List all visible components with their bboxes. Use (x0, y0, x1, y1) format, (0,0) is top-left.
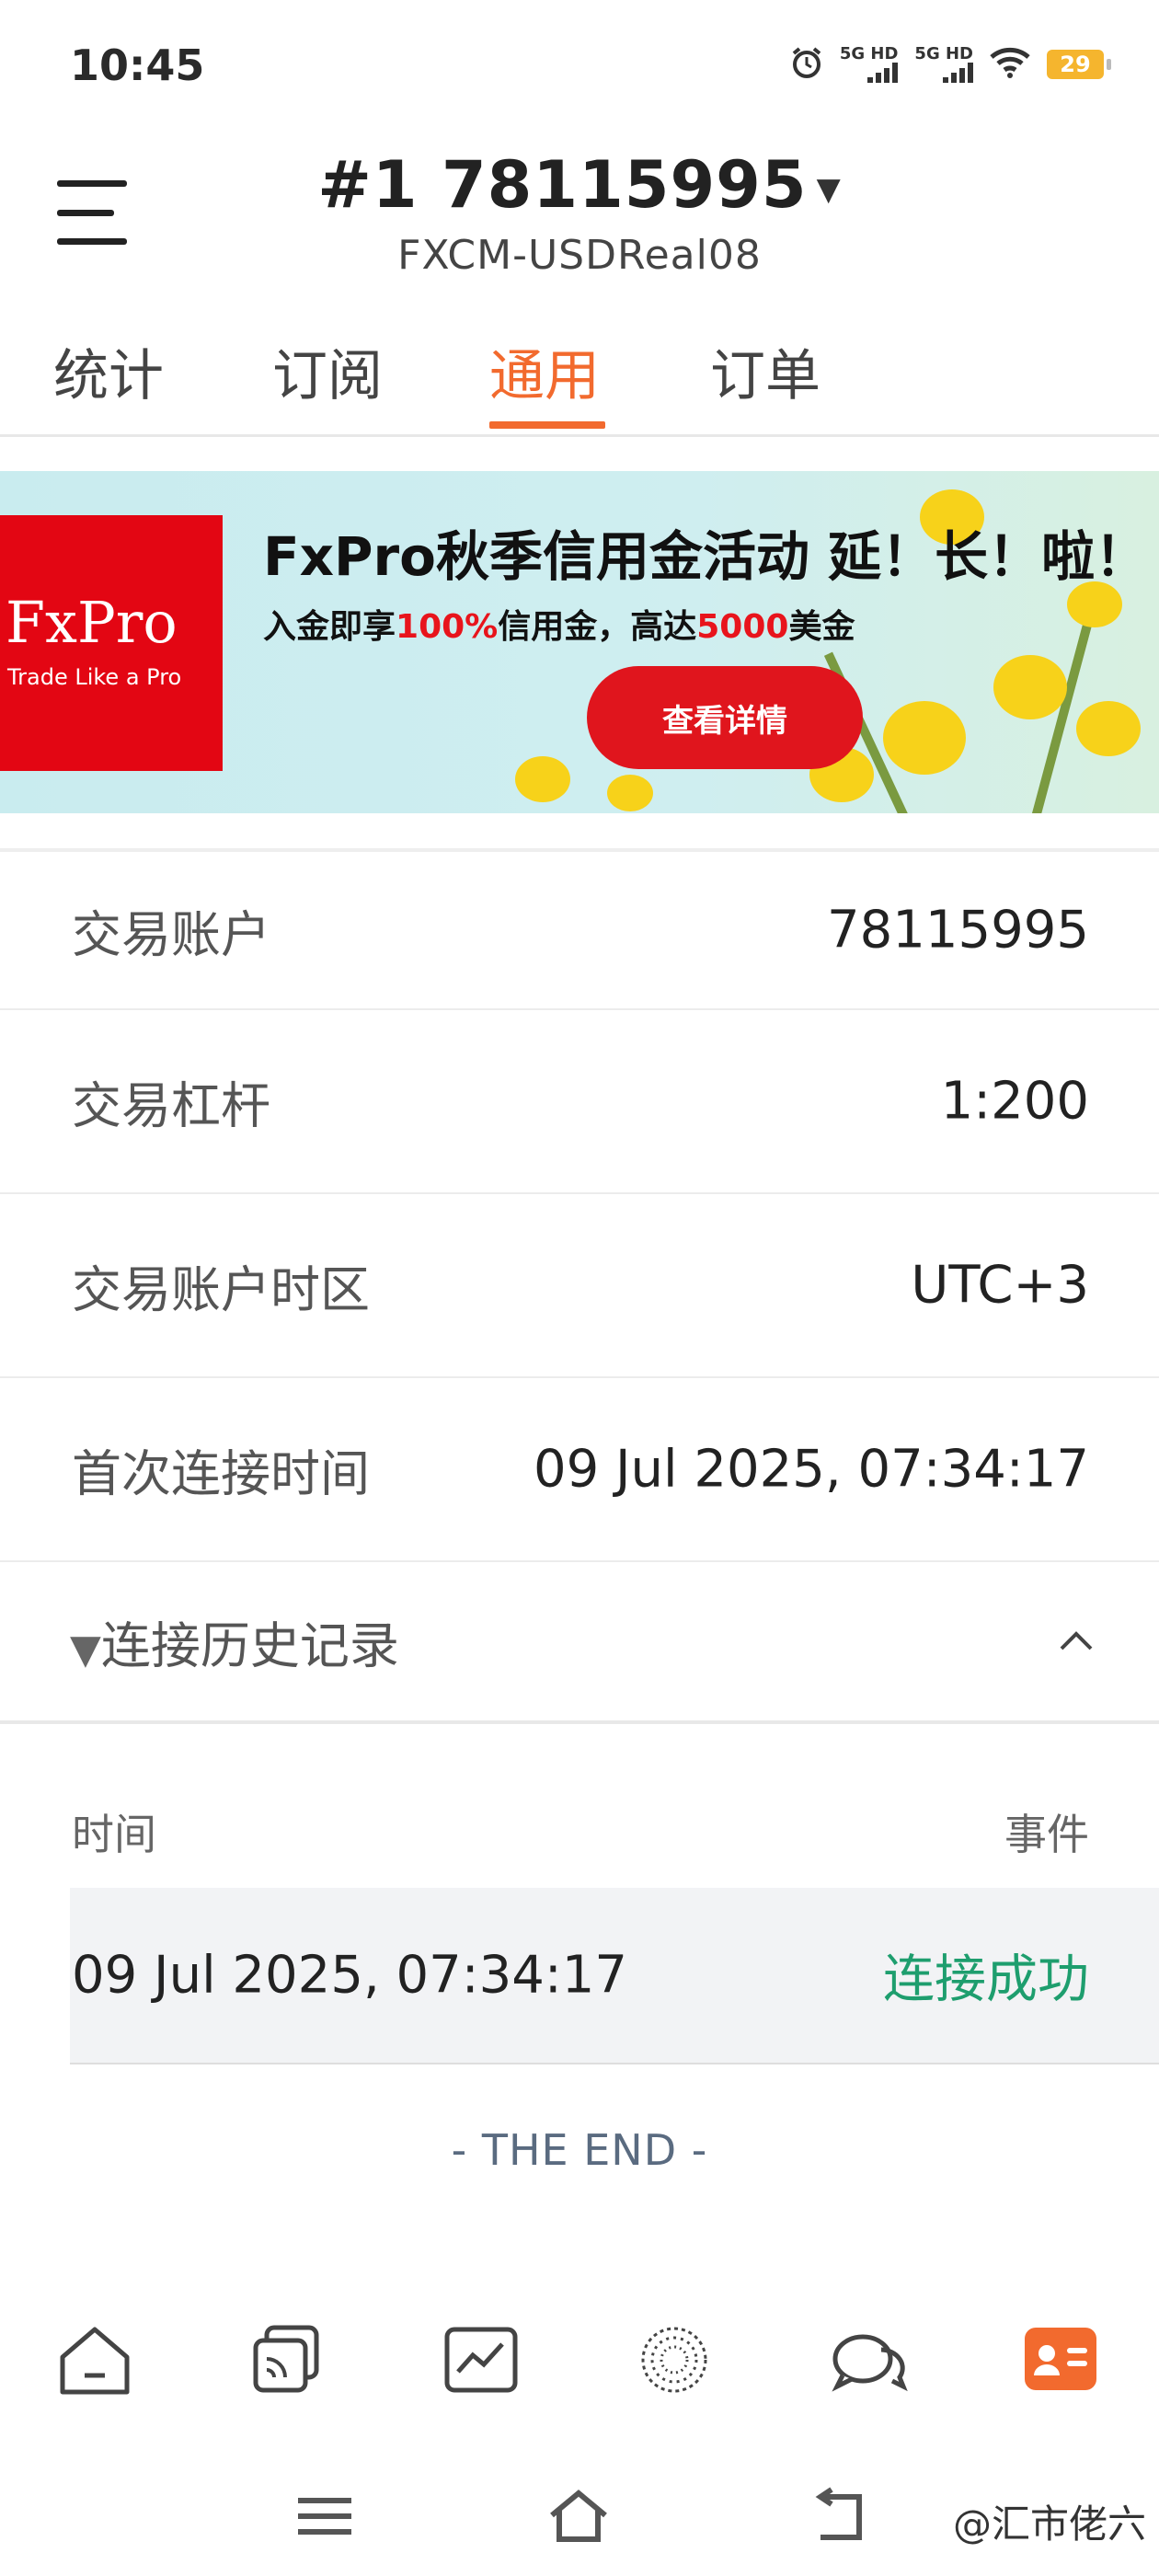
connection-history-toggle[interactable]: ▼连接历史记录 (0, 1562, 1159, 1724)
status-icons: 5G HD 5G HD 29 (790, 46, 1111, 83)
signal-label: 5G HD (914, 44, 973, 63)
chat-icon[interactable] (826, 2318, 909, 2401)
history-title: 连接历史记录 (100, 1616, 399, 1675)
wifi-icon (990, 46, 1030, 83)
banner-subtitle-text: 入金即享 (263, 608, 396, 646)
chevron-up-icon[interactable] (1058, 1627, 1095, 1654)
flower-decoration (607, 775, 653, 811)
home-nav-icon[interactable] (546, 2484, 611, 2548)
view-details-button[interactable]: 查看详情 (587, 666, 863, 769)
info-value: 78115995 (826, 900, 1089, 960)
flower-decoration (993, 655, 1067, 719)
fxpro-logo: FxPro Trade Like a Pro (0, 515, 223, 771)
info-row-first-connect: 首次连接时间 09 Jul 2025, 07:34:17 (0, 1378, 1159, 1562)
menu-nav-icon[interactable] (293, 2484, 357, 2548)
community-icon[interactable] (633, 2318, 716, 2401)
tab-orders[interactable]: 订单 (710, 331, 820, 411)
tab-statistics[interactable]: 统计 (53, 331, 164, 411)
table-row: 09 Jul 2025, 07:34:17 连接成功 (70, 1888, 1159, 2064)
system-navigation: @汇市佬六 (0, 2456, 1159, 2576)
banner-highlight: 100% (396, 608, 499, 646)
info-row-leverage: 交易杠杆 1:200 (0, 1010, 1159, 1194)
account-server: FXCM-USDReal08 (397, 232, 762, 279)
signal-label: 5G HD (839, 44, 899, 63)
account-info-list: 交易账户 78115995 交易杠杆 1:200 交易账户时区 UTC+3 首次… (0, 848, 1159, 1724)
flower-decoration (883, 701, 966, 775)
banner-subtitle-text: 信用金，高达 (498, 608, 697, 646)
battery-icon: 29 (1047, 50, 1111, 79)
tab-general[interactable]: 通用 (489, 331, 600, 411)
active-tab-indicator (489, 421, 605, 429)
alarm-icon (790, 46, 823, 83)
back-nav-icon[interactable] (806, 2484, 870, 2548)
promo-banner[interactable]: FxPro Trade Like a Pro FxPro秋季信用金活动 延！长！… (0, 471, 1159, 813)
account-switcher[interactable]: #1 78115995 ▼ (0, 147, 1159, 223)
history-table-header: 时间 事件 (0, 1785, 1159, 1859)
profile-icon[interactable] (1019, 2318, 1102, 2401)
banner-title: FxPro秋季信用金活动 延！长！啦！ (263, 525, 1149, 588)
watermark: @汇市佬六 (952, 2501, 1146, 2547)
history-event: 连接成功 (883, 1949, 1089, 2010)
info-label: 交易账户时区 (72, 1260, 370, 1319)
home-icon[interactable] (53, 2318, 136, 2401)
flower-decoration (1076, 701, 1141, 756)
account-title: #1 78115995 (317, 147, 808, 223)
signal-icon: 5G HD (840, 46, 899, 83)
tab-bar: 统计 订阅 通用 订单 (0, 313, 1159, 437)
brand-tagline: Trade Like a Pro (7, 664, 182, 690)
triangle-down-icon: ▼ (70, 1626, 101, 1673)
history-time: 09 Jul 2025, 07:34:17 (72, 1945, 628, 2006)
info-value: 09 Jul 2025, 07:34:17 (533, 1439, 1089, 1500)
info-label: 交易杠杆 (72, 1076, 270, 1135)
connection-history-label: ▼连接历史记录 (70, 1605, 399, 1678)
copy-icon[interactable] (245, 2318, 327, 2401)
banner-highlight: 5000 (696, 608, 789, 646)
end-of-list: - THE END - (451, 2125, 708, 2175)
status-time: 10:45 (70, 40, 205, 90)
battery-level: 29 (1060, 52, 1091, 77)
signal-icon: 5G HD (914, 46, 973, 83)
bottom-navigation (0, 2272, 1159, 2456)
tab-subscribe[interactable]: 订阅 (272, 331, 383, 411)
chevron-down-icon: ▼ (816, 170, 842, 208)
info-value: 1:200 (940, 1071, 1089, 1132)
column-header-time: 时间 (72, 1810, 156, 1859)
info-label: 交易账户 (72, 905, 270, 964)
chart-icon[interactable] (440, 2318, 522, 2401)
info-label: 首次连接时间 (72, 1444, 370, 1503)
app-header: #1 78115995 ▼ FXCM-USDReal08 (0, 138, 1159, 294)
banner-subtitle-text: 美金 (788, 608, 855, 646)
brand-name: FxPro (6, 589, 178, 656)
info-value: UTC+3 (911, 1255, 1089, 1316)
info-row-account: 交易账户 78115995 (0, 852, 1159, 1010)
info-row-timezone: 交易账户时区 UTC+3 (0, 1194, 1159, 1378)
status-bar: 10:45 5G HD 5G HD 29 (0, 0, 1159, 138)
flower-decoration (515, 756, 570, 802)
banner-subtitle: 入金即享100%信用金，高达5000美金 (263, 600, 855, 648)
column-header-event: 事件 (1004, 1810, 1089, 1859)
